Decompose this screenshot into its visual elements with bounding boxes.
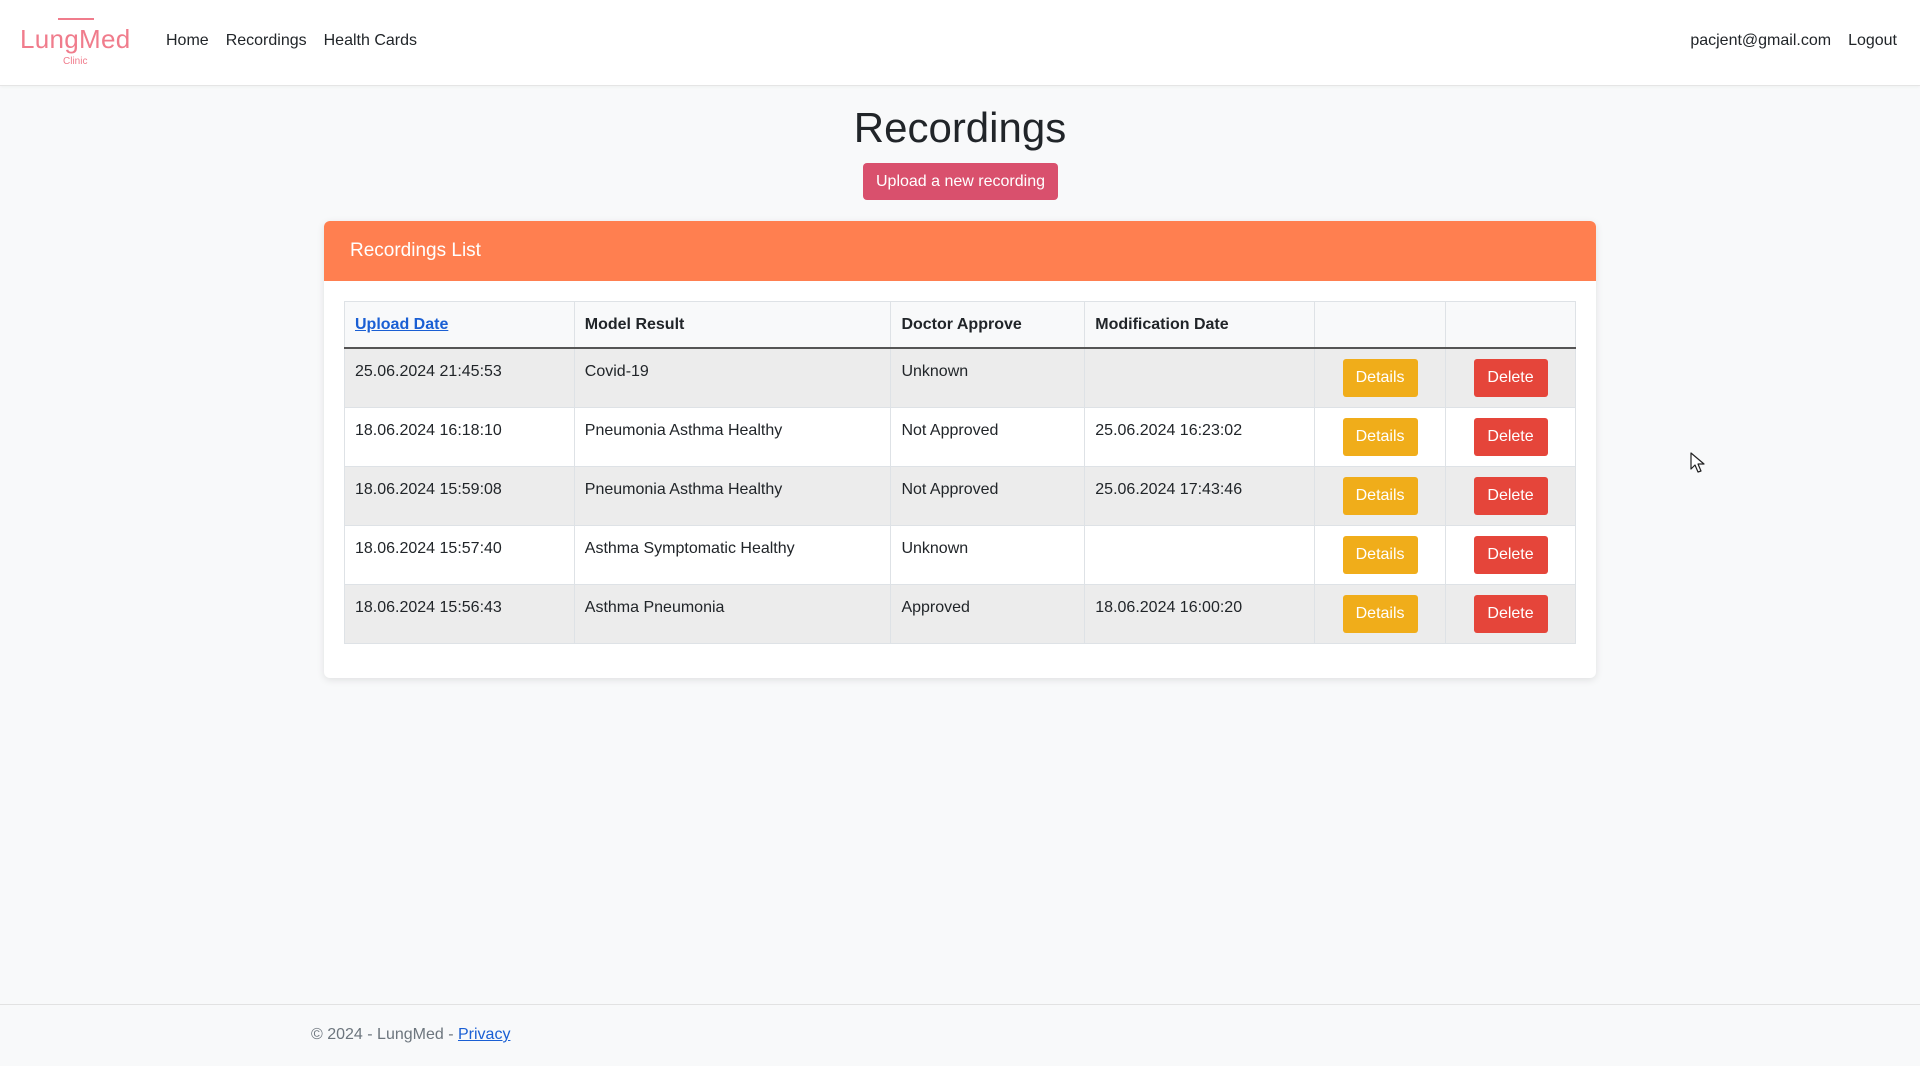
cell-doctor-approve: Not Approved [890,465,1086,526]
cell-modification-date [1084,347,1316,408]
column-header-delete [1445,301,1576,349]
footer: © 2024 - LungMed - Privacy [0,1004,1920,1066]
cell-upload-date: 18.06.2024 15:59:08 [344,465,575,526]
brand-name: LungMed [20,24,131,54]
recordings-card: Recordings List Upload Date Model Result… [324,221,1596,678]
delete-button[interactable]: Delete [1473,594,1548,633]
cell-details: Details [1314,406,1447,467]
cell-doctor-approve: Not Approved [890,406,1086,467]
cell-model-result: Covid-19 [573,347,892,408]
footer-text: © 2024 - LungMed - Privacy [311,1026,510,1044]
brand-subtitle: Clinic [63,56,88,67]
cell-model-result: Pneumonia Asthma Healthy [573,406,892,467]
delete-button[interactable]: Delete [1473,417,1548,456]
nav-user-area: pacjent@gmail.com Logout [1690,32,1897,50]
mouse-pointer-icon [1690,452,1705,473]
details-button[interactable]: Details [1342,594,1418,633]
logout-link[interactable]: Logout [1848,32,1897,50]
recordings-table: Upload Date Model Result Doctor Approve … [344,301,1576,644]
upload-recording-button[interactable]: Upload a new recording [863,163,1058,200]
cell-modification-date: 25.06.2024 17:43:46 [1084,465,1316,526]
details-button[interactable]: Details [1342,417,1418,456]
brand-logo[interactable]: LungMed Clinic [18,16,136,70]
cell-model-result: Asthma Pneumonia [573,583,892,644]
table-row: 18.06.2024 15:56:43 Asthma Pneumonia App… [344,583,1576,644]
cell-doctor-approve: Approved [890,583,1086,644]
cell-delete: Delete [1445,347,1576,408]
cell-details: Details [1314,465,1447,526]
delete-button[interactable]: Delete [1473,476,1548,515]
table-row: 25.06.2024 21:45:53 Covid-19 Unknown Det… [344,347,1576,408]
nav-link-health-cards[interactable]: Health Cards [324,32,417,50]
delete-button[interactable]: Delete [1473,358,1548,397]
cell-modification-date: 18.06.2024 16:00:20 [1084,583,1316,644]
page-title: Recordings [853,104,1067,151]
sort-upload-date-link[interactable]: Upload Date [355,316,448,333]
details-button[interactable]: Details [1342,535,1418,574]
table-header-row: Upload Date Model Result Doctor Approve … [344,301,1576,349]
user-email-link[interactable]: pacjent@gmail.com [1690,32,1831,50]
cell-modification-date: 25.06.2024 16:23:02 [1084,406,1316,467]
column-header-upload-date: Upload Date [344,301,575,349]
cell-details: Details [1314,524,1447,585]
cell-upload-date: 25.06.2024 21:45:53 [344,347,575,408]
cell-delete: Delete [1445,583,1576,644]
cell-delete: Delete [1445,524,1576,585]
card-header-title: Recordings List [324,221,1596,281]
column-header-model-result: Model Result [573,301,892,349]
cell-delete: Delete [1445,465,1576,526]
table-row: 18.06.2024 15:59:08 Pneumonia Asthma Hea… [344,465,1576,526]
cell-details: Details [1314,583,1447,644]
table-row: 18.06.2024 16:18:10 Pneumonia Asthma Hea… [344,406,1576,467]
cell-modification-date [1084,524,1316,585]
cell-delete: Delete [1445,406,1576,467]
column-header-modification-date: Modification Date [1084,301,1316,349]
copyright-text: © 2024 - LungMed - [311,1026,458,1043]
delete-button[interactable]: Delete [1473,535,1548,574]
details-button[interactable]: Details [1342,358,1418,397]
cell-upload-date: 18.06.2024 15:57:40 [344,524,575,585]
logo-accent-line [58,18,94,20]
navbar: LungMed Clinic Home Recordings Health Ca… [0,0,1920,86]
cell-model-result: Asthma Symptomatic Healthy [573,524,892,585]
cell-upload-date: 18.06.2024 15:56:43 [344,583,575,644]
cell-upload-date: 18.06.2024 16:18:10 [344,406,575,467]
column-header-details [1314,301,1447,349]
nav-links: Home Recordings Health Cards [166,32,417,50]
privacy-link[interactable]: Privacy [458,1026,510,1043]
cell-details: Details [1314,347,1447,408]
table-row: 18.06.2024 15:57:40 Asthma Symptomatic H… [344,524,1576,585]
cell-doctor-approve: Unknown [890,524,1086,585]
details-button[interactable]: Details [1342,476,1418,515]
nav-link-home[interactable]: Home [166,32,209,50]
cell-doctor-approve: Unknown [890,347,1086,408]
cell-model-result: Pneumonia Asthma Healthy [573,465,892,526]
column-header-doctor-approve: Doctor Approve [890,301,1086,349]
nav-link-recordings[interactable]: Recordings [226,32,307,50]
